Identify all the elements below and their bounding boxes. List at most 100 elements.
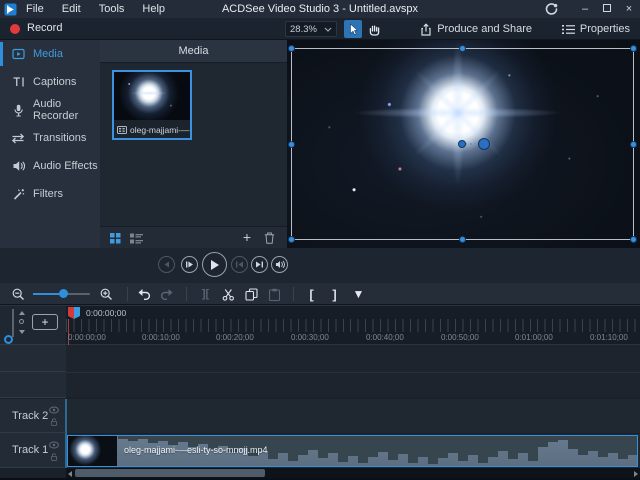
menu-tools[interactable]: Tools bbox=[90, 0, 134, 18]
track2-lane[interactable] bbox=[66, 399, 640, 433]
track-header-track1[interactable]: Track 1 bbox=[0, 433, 66, 468]
track1-lane[interactable]: oleg-majjami-—esli-ty-so-mnojj.mp4 bbox=[66, 434, 640, 468]
clip-thumbnail bbox=[68, 436, 117, 466]
step-play-button[interactable] bbox=[181, 256, 198, 273]
playhead-flag-icon[interactable] bbox=[74, 307, 80, 319]
playhead-flag-icon[interactable] bbox=[68, 307, 74, 319]
paste-icon bbox=[268, 288, 281, 301]
resize-handle-ne[interactable] bbox=[630, 45, 637, 52]
rotate-center-handle[interactable] bbox=[478, 138, 490, 150]
record-icon[interactable] bbox=[10, 24, 20, 34]
previous-frame-button[interactable] bbox=[231, 256, 248, 273]
undo-button[interactable] bbox=[136, 286, 153, 302]
scroll-down-icon[interactable] bbox=[19, 330, 25, 334]
magic-wand-icon bbox=[13, 188, 24, 200]
step-play-icon bbox=[186, 261, 193, 268]
produce-share-button[interactable]: Produce and Share bbox=[420, 21, 532, 37]
scroll-up-icon[interactable] bbox=[19, 311, 25, 315]
empty-lane-area[interactable] bbox=[66, 345, 640, 397]
ruler-label: 0:00:10;00 bbox=[142, 333, 180, 342]
ruler-label: 0:00:00;00 bbox=[68, 333, 106, 342]
sidebar-item-filters[interactable]: Filters bbox=[0, 180, 100, 208]
maximize-button[interactable] bbox=[596, 0, 618, 18]
paste-button[interactable] bbox=[266, 286, 283, 302]
timeline-clip[interactable]: oleg-majjami-—esli-ty-so-mnojj.mp4 bbox=[67, 435, 638, 467]
marker-icon: ▼ bbox=[352, 287, 365, 301]
add-media-button[interactable]: + bbox=[243, 229, 251, 245]
video-file-icon bbox=[117, 126, 127, 134]
ruler-label: 0:00:50;00 bbox=[441, 333, 479, 342]
mark-in-button[interactable]: [ bbox=[303, 286, 320, 302]
clip-filename: oleg-majjami-—esli-ty-so-mnojj.mp4 bbox=[124, 445, 268, 455]
resize-handle-s[interactable] bbox=[459, 236, 466, 243]
record-button[interactable]: Record bbox=[27, 22, 62, 34]
split-clip-button[interactable]: ][ bbox=[197, 286, 214, 302]
media-item-thumbnail bbox=[114, 72, 190, 120]
zoom-out-button[interactable] bbox=[10, 286, 27, 302]
resize-handle-nw[interactable] bbox=[288, 45, 295, 52]
sidebar-item-transitions[interactable]: Transitions bbox=[0, 124, 100, 152]
preview-zoom-dropdown[interactable]: 28.3% bbox=[285, 21, 337, 37]
media-item-card[interactable]: oleg-majjami-—... bbox=[112, 70, 192, 140]
play-button[interactable] bbox=[202, 252, 227, 277]
properties-label: Properties bbox=[579, 23, 630, 35]
resize-handle-w[interactable] bbox=[288, 140, 295, 148]
mini-zoom-icon[interactable] bbox=[19, 319, 24, 324]
delete-trash-icon[interactable] bbox=[264, 232, 275, 244]
volume-button[interactable] bbox=[271, 256, 288, 273]
playhead-time-label: 0:00:00;00 bbox=[86, 308, 127, 318]
timeline-zoom-slider-handle[interactable] bbox=[59, 289, 68, 298]
add-marker-button[interactable]: ▼ bbox=[350, 286, 367, 302]
resize-handle-e[interactable] bbox=[630, 140, 637, 148]
scroll-left-icon[interactable] bbox=[68, 470, 72, 477]
select-tool-button[interactable] bbox=[344, 20, 362, 38]
chevron-down-icon bbox=[324, 27, 332, 32]
list-view-icon[interactable] bbox=[130, 233, 143, 244]
track-name: Track 2 bbox=[12, 409, 49, 422]
media-panel-tab[interactable]: Media bbox=[100, 40, 287, 63]
timeline-ruler[interactable]: 0:00:00;00 0:00:00;00 0:00:10;00 0:00:20… bbox=[66, 306, 640, 345]
mark-out-button[interactable]: ] bbox=[326, 286, 343, 302]
redo-button[interactable] bbox=[158, 286, 175, 302]
track-lock-icon[interactable] bbox=[49, 418, 59, 426]
next-frame-button[interactable] bbox=[251, 256, 268, 273]
sidebar-item-audio-effects[interactable]: Audio Effects bbox=[0, 152, 100, 180]
close-button[interactable]: × bbox=[618, 0, 640, 18]
track-header-track2[interactable]: Track 2 bbox=[0, 399, 66, 433]
media-item-name: oleg-majjami-—... bbox=[130, 125, 190, 135]
anchor-point-handle[interactable] bbox=[458, 140, 466, 148]
menu-file[interactable]: File bbox=[17, 0, 53, 18]
share-export-icon bbox=[421, 22, 431, 36]
scrollbar-thumb[interactable] bbox=[75, 469, 265, 477]
sidebar-item-media[interactable]: Media bbox=[0, 40, 100, 68]
sidebar-item-captions[interactable]: Captions bbox=[0, 68, 100, 96]
track-header-separator bbox=[66, 399, 67, 468]
timeline-horizontal-scrollbar[interactable] bbox=[66, 468, 640, 478]
properties-button[interactable]: Properties bbox=[561, 21, 630, 37]
undo-icon bbox=[138, 289, 151, 300]
timeline-toolbar: ][ [ ] ▼ bbox=[0, 283, 640, 305]
maximize-icon bbox=[603, 4, 611, 12]
media-panel-toolbar: + bbox=[100, 226, 287, 248]
play-reverse-button[interactable] bbox=[158, 256, 175, 273]
track-visibility-eye-icon[interactable] bbox=[49, 406, 59, 414]
resize-handle-se[interactable] bbox=[630, 236, 637, 243]
menu-help[interactable]: Help bbox=[133, 0, 174, 18]
acdsee-365-icon[interactable] bbox=[542, 2, 560, 16]
grid-view-icon[interactable] bbox=[110, 233, 121, 244]
resize-handle-sw[interactable] bbox=[288, 236, 295, 243]
hand-tool-button[interactable] bbox=[364, 20, 382, 38]
track-visibility-eye-icon[interactable] bbox=[49, 441, 59, 449]
sidebar-item-audio-recorder[interactable]: Audio Recorder bbox=[0, 96, 100, 124]
cut-button[interactable] bbox=[220, 286, 237, 302]
record-enable-dot-icon[interactable] bbox=[4, 335, 13, 344]
zoom-in-button[interactable] bbox=[98, 286, 115, 302]
preview-zoom-value: 28.3% bbox=[290, 23, 317, 35]
scroll-right-icon[interactable] bbox=[634, 470, 638, 477]
minimize-button[interactable]: – bbox=[574, 0, 596, 18]
track-lock-icon[interactable] bbox=[49, 453, 59, 461]
resize-handle-n[interactable] bbox=[459, 45, 466, 52]
menu-edit[interactable]: Edit bbox=[53, 0, 90, 18]
copy-button[interactable] bbox=[243, 286, 260, 302]
add-track-button[interactable]: + bbox=[32, 314, 58, 330]
